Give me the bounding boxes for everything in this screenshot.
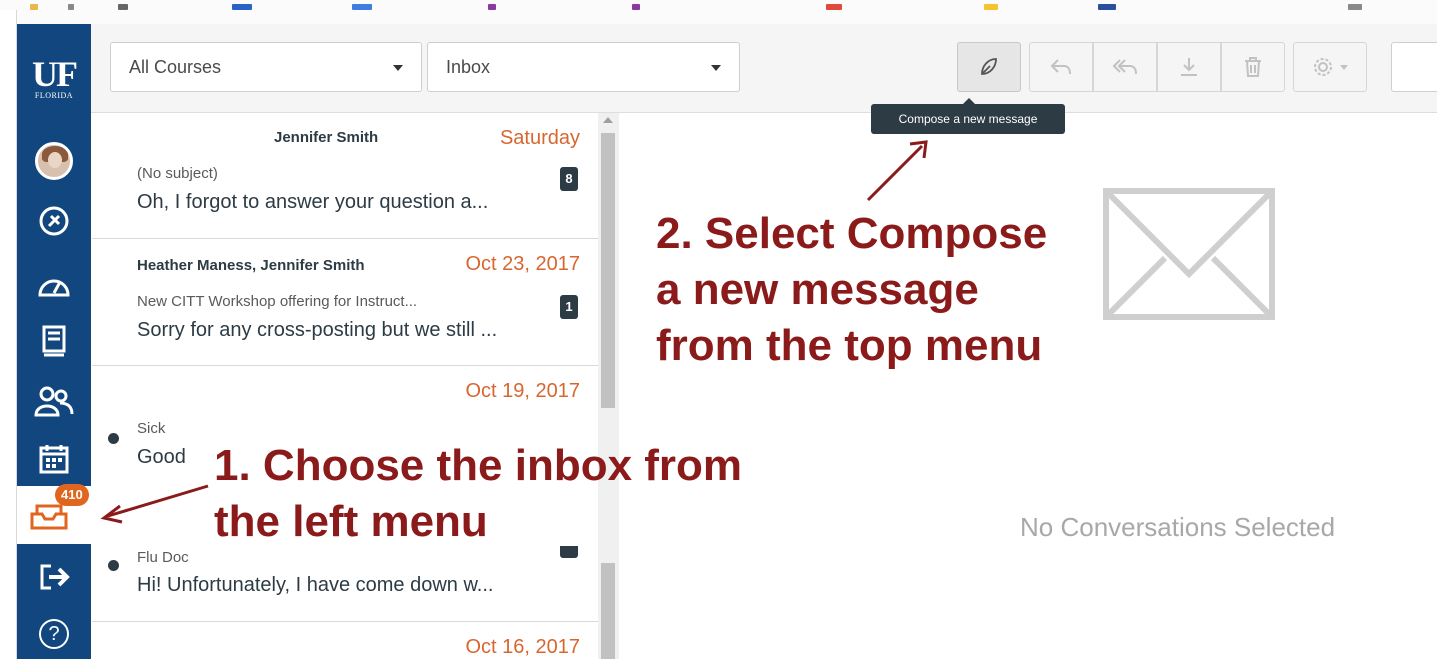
message-count-badge: 1 [560,295,578,319]
browser-bookmarks-bar [0,0,1437,24]
annotation-step2-line1: 2. Select Compose [656,209,1048,258]
nav-courses[interactable] [17,316,91,366]
scrollbar-thumb[interactable] [601,133,615,408]
list-item[interactable]: Jennifer Smith Saturday (No subject) 8 O… [92,113,598,239]
scroll-up-arrow-icon[interactable] [603,117,613,123]
conversation-preview: Sorry for any cross-posting but we still… [137,319,498,341]
conversation-subject: Flu Doc [137,549,189,566]
nav-groups[interactable] [17,376,91,426]
compose-tooltip: Compose a new message [871,98,1065,134]
help-icon: ? [39,619,69,649]
annotation-arrow-icon [100,484,209,524]
conversation-preview: Hi! Unfortunately, I have come down w... [137,574,494,596]
conversation-date: Oct 16, 2017 [465,636,580,658]
annotation-step2-line2: a new message [656,265,979,314]
reply-icon [1050,59,1071,75]
annotation-arrow-icon [866,140,928,202]
nav-inbox[interactable]: 410 [17,484,91,544]
course-filter-value: All Courses [129,57,222,77]
calendar-icon [39,445,69,474]
global-navigation: UF FLORIDA 410 ? [17,24,91,659]
arrow-right-icon [40,564,70,590]
conversation-date: Oct 19, 2017 [465,380,580,402]
conversation-preview: Oh, I forgot to answer your question a..… [137,191,489,213]
message-count-badge [560,546,578,558]
unread-dot [108,433,119,444]
annotation-step1-line2: the left menu [214,497,488,546]
course-filter-select[interactable]: All Courses [110,42,422,92]
conversation-preview: Good [137,446,186,468]
logo-text: FLORIDA [34,91,74,100]
list-item[interactable]: Flu Doc Hi! Unfortunately, I have come d… [92,546,598,622]
book-icon [42,325,66,357]
reply-all-button[interactable] [1093,42,1157,92]
nav-calendar[interactable] [17,434,91,484]
archive-button[interactable] [1157,42,1221,92]
archive-icon [1181,58,1197,76]
mailbox-filter-value: Inbox [446,57,491,77]
annotation-step1-line1: 1. Choose the inbox from [214,441,743,490]
compose-icon [981,58,997,75]
reply-button[interactable] [1029,42,1093,92]
conversation-from: Heather Maness, Jennifer Smith [137,257,365,274]
list-item[interactable]: Oct 16, 2017 [92,622,598,659]
conversation-subject: Sick [137,420,166,437]
message-count-badge: 8 [560,167,578,191]
chevron-down-icon [1340,64,1348,70]
shield-icon [39,206,69,236]
reply-all-icon [1112,59,1137,75]
inbox-toolbar: All Courses Inbox [91,24,1437,113]
conversation-subject: New CITT Workshop offering for Instruct.… [137,293,418,310]
dashboard-icon [38,279,70,297]
envelope-icon [1103,188,1275,320]
list-item[interactable]: Heather Maness, Jennifer Smith Oct 23, 2… [92,239,598,366]
settings-menu-button[interactable] [1293,42,1367,92]
conversation-subject: (No subject) [137,165,218,182]
unread-dot [108,560,119,571]
delete-icon [1245,57,1261,77]
conversation-from: Jennifer Smith [274,129,379,146]
mailbox-filter-select[interactable]: Inbox [427,42,740,92]
nav-account[interactable] [17,136,91,186]
nav-commons[interactable] [17,552,91,602]
window-left-edge [0,10,17,659]
chevron-down-icon [393,65,403,71]
no-conversations-selected-text: No Conversations Selected [1020,512,1336,542]
gear-icon [1314,58,1332,76]
nav-help[interactable]: ? [17,609,91,659]
nav-dashboard[interactable] [17,259,91,309]
conversation-date: Saturday [499,127,580,149]
conversation-list: Jennifer Smith Saturday (No subject) 8 O… [92,113,598,659]
nav-admin[interactable] [17,196,91,246]
logo-letters: UF [32,54,78,94]
scrollbar-track-segment [601,563,615,659]
compose-button[interactable] [957,42,1021,92]
uf-logo[interactable]: UF FLORIDA [17,44,91,114]
people-icon [34,386,74,417]
avatar-icon [35,142,73,180]
inbox-unread-badge: 410 [55,484,89,506]
search-input[interactable] [1391,42,1437,92]
annotation-step2-line3: from the top menu [656,321,1043,370]
delete-button[interactable] [1221,42,1285,92]
chevron-down-icon [711,65,721,71]
conversation-date: Oct 23, 2017 [465,253,580,275]
